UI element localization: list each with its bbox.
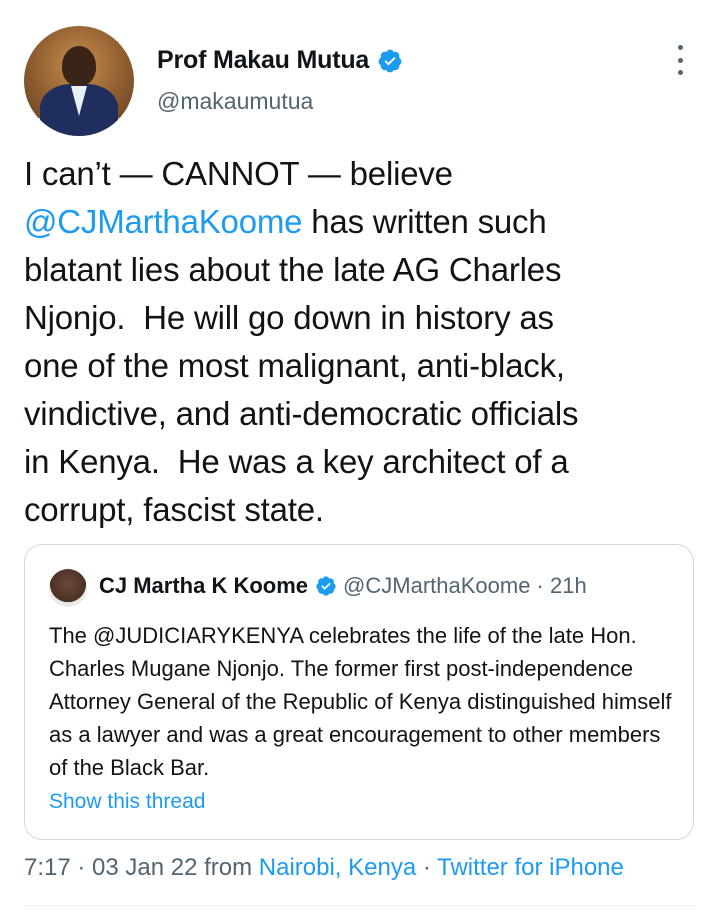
author-avatar[interactable] — [24, 26, 134, 136]
quoted-tweet-text: The @JUDICIARYKENYA celebrates the life … — [49, 623, 672, 780]
more-dot — [677, 57, 683, 63]
more-options-icon[interactable] — [668, 45, 692, 75]
author-name-row[interactable]: Prof Makau Mutua — [157, 46, 403, 75]
quoted-author-handle-time: @CJMarthaKoome · 21h — [343, 573, 587, 598]
avatar-face — [62, 46, 96, 86]
tweet-mention-link[interactable]: @CJMarthaKoome — [24, 203, 302, 240]
more-dot — [677, 45, 683, 50]
quoted-tweet-header: CJ Martha K Koome @CJMarthaKoome · 21h — [99, 573, 587, 599]
more-dot — [677, 70, 683, 75]
verified-badge-icon — [377, 48, 403, 74]
meta-separator: · — [416, 854, 438, 881]
tweet-timestamp[interactable]: 7:17 · 03 Jan 22 from — [24, 854, 259, 881]
tweet-text-rest: has written such blatant lies about the … — [24, 203, 579, 528]
verified-badge-icon — [315, 575, 337, 597]
quoted-tweet[interactable]: CJ Martha K Koome @CJMarthaKoome · 21h T… — [24, 544, 694, 840]
author-handle[interactable]: @makaumutua — [157, 88, 313, 115]
show-thread-link[interactable]: Show this thread — [49, 790, 205, 814]
tweet-metadata: 7:17 · 03 Jan 22 from Nairobi, Kenya · T… — [24, 854, 624, 882]
divider — [24, 905, 696, 906]
author-name[interactable]: Prof Makau Mutua — [157, 46, 369, 75]
quoted-author-avatar — [49, 569, 87, 607]
quoted-author-name: CJ Martha K Koome — [99, 573, 309, 598]
tweet-text-start: I can’t — CANNOT — believe — [24, 155, 453, 192]
tweet-location-link[interactable]: Nairobi, Kenya — [259, 854, 416, 881]
tweet-text: I can’t — CANNOT — believe @CJMarthaKoom… — [24, 150, 696, 534]
tweet-source-link[interactable]: Twitter for iPhone — [437, 854, 624, 881]
